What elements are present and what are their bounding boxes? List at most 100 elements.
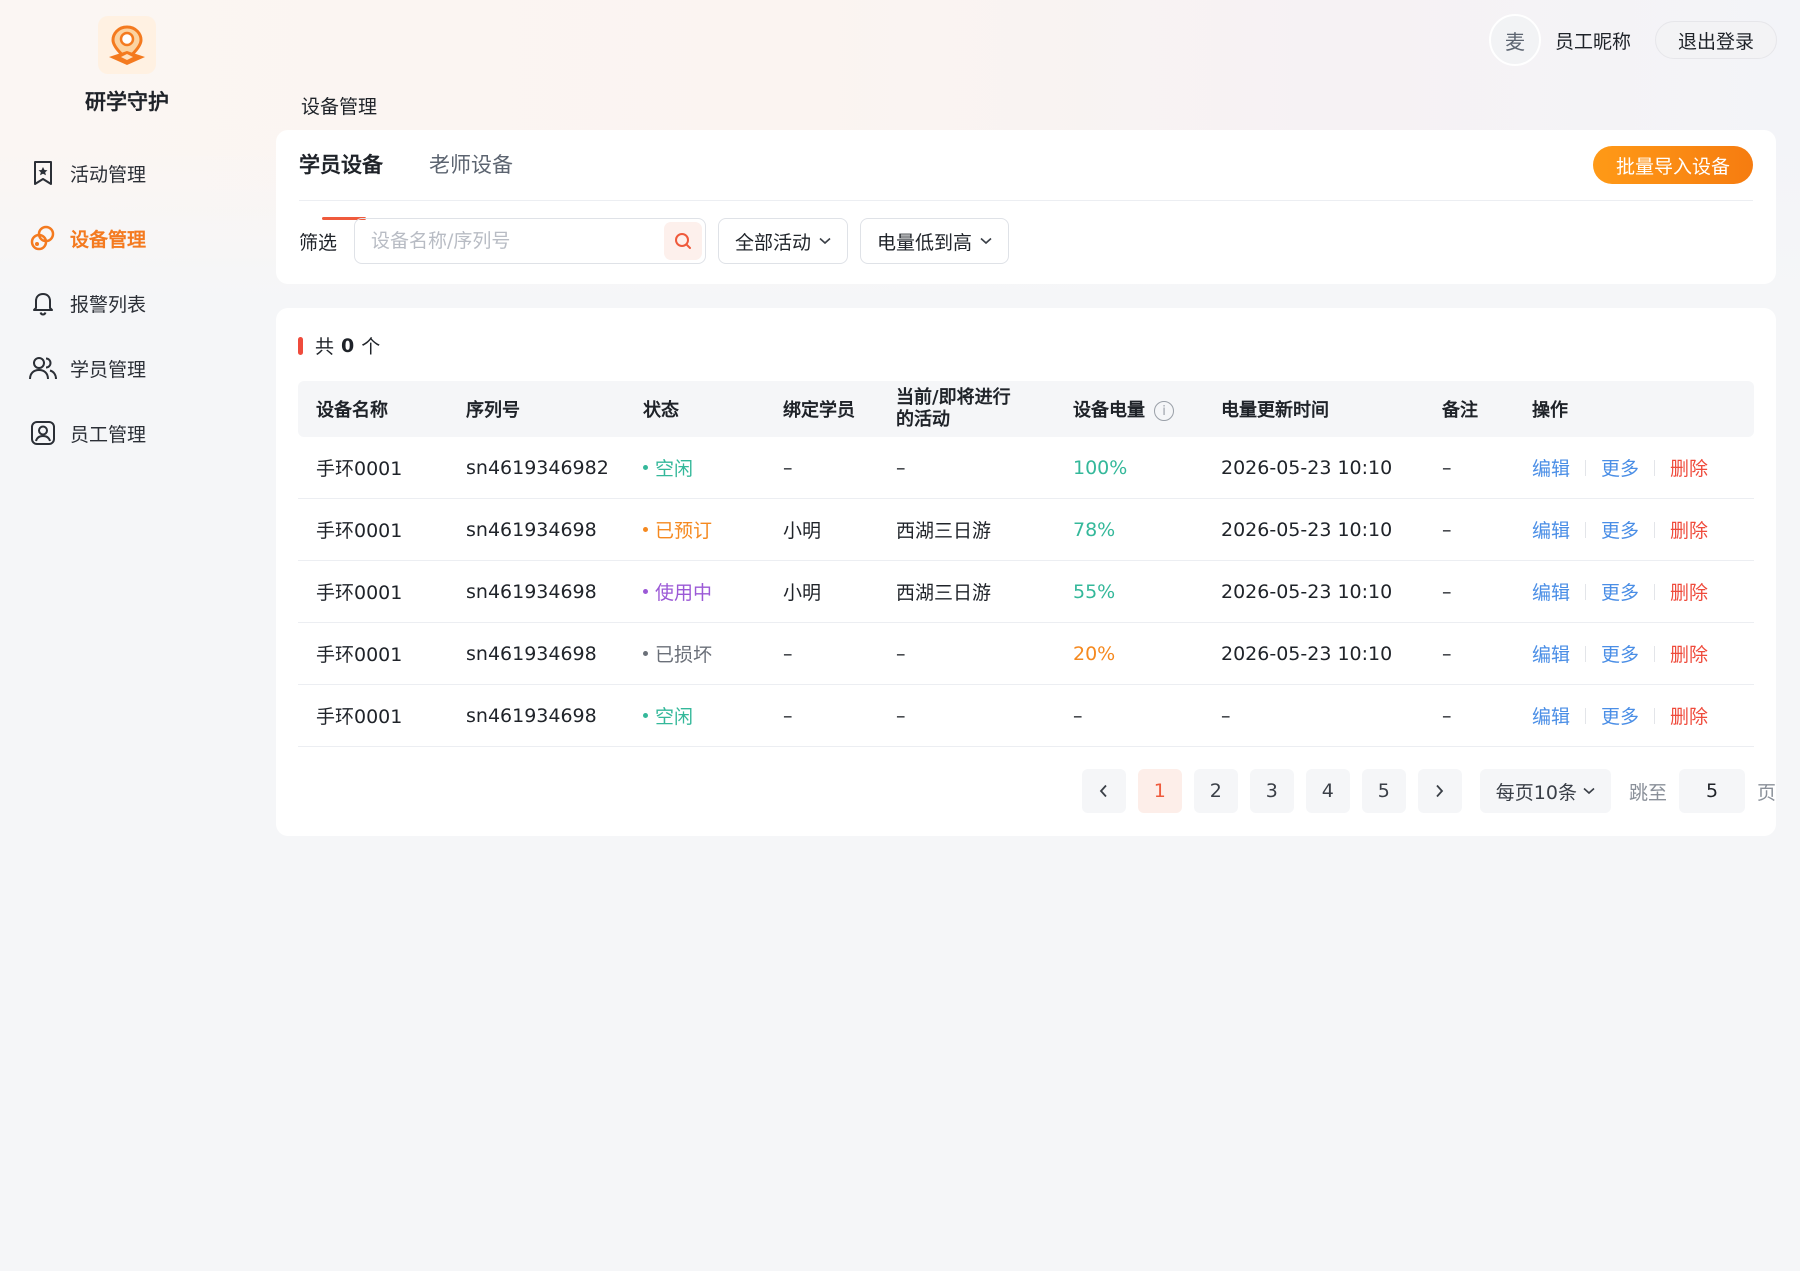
- status-dot: [643, 527, 648, 532]
- page-button[interactable]: 5: [1361, 769, 1406, 813]
- note-cell: –: [1442, 580, 1452, 603]
- more-link[interactable]: 更多: [1601, 640, 1639, 667]
- logo-icon: [109, 25, 145, 65]
- count-suffix: 个: [361, 336, 381, 358]
- divider: [1654, 521, 1656, 538]
- sort-select-value: 电量低到高: [877, 231, 973, 254]
- column-header-label: 当前/即将进行的活动: [896, 387, 1011, 430]
- chevron-left-icon: [1100, 784, 1107, 798]
- ops-cell: 编辑 更多 删除: [1532, 516, 1754, 543]
- edit-link[interactable]: 编辑: [1532, 640, 1570, 667]
- page-button[interactable]: 3: [1249, 769, 1294, 813]
- edit-link[interactable]: 编辑: [1532, 578, 1570, 605]
- avatar[interactable]: 麦: [1488, 14, 1541, 66]
- page-size-select[interactable]: 每页10条: [1479, 769, 1611, 813]
- divider: [1654, 459, 1656, 476]
- search-input[interactable]: [371, 230, 665, 252]
- chevron-down-icon: [1583, 787, 1595, 795]
- sidebar-item-label: 设备管理: [70, 228, 147, 251]
- delete-link[interactable]: 删除: [1670, 516, 1708, 543]
- more-link[interactable]: 更多: [1601, 702, 1639, 729]
- edit-link[interactable]: 编辑: [1532, 516, 1570, 543]
- status-dot: [643, 713, 648, 718]
- edit-link[interactable]: 编辑: [1532, 702, 1570, 729]
- activity-select[interactable]: 全部活动: [718, 218, 849, 264]
- delete-link[interactable]: 删除: [1670, 454, 1708, 481]
- info-icon[interactable]: i: [1154, 401, 1174, 421]
- device-count: 共 0 个: [298, 332, 380, 359]
- table-row: 手环0001 sn461934698 已损坏 – – 20% 2026-05-23 10:1…: [298, 623, 1754, 685]
- delete-link[interactable]: 删除: [1670, 640, 1708, 667]
- page-button[interactable]: 4: [1305, 769, 1350, 813]
- filter-label: 筛选: [299, 231, 338, 254]
- sort-select[interactable]: 电量低到高: [860, 218, 1010, 264]
- device-name-cell: 手环0001: [316, 644, 403, 666]
- tab-student-devices[interactable]: 学员设备: [299, 150, 383, 220]
- sidebar-item-label: 报警列表: [70, 293, 147, 316]
- bookmark-star-icon: [28, 158, 58, 188]
- more-link[interactable]: 更多: [1601, 516, 1639, 543]
- status-badge: 空闲: [655, 706, 694, 728]
- page-button[interactable]: 2: [1193, 769, 1238, 813]
- prev-page-button[interactable]: [1081, 769, 1126, 813]
- divider: [1585, 583, 1587, 600]
- column-header: 序列号: [466, 400, 520, 421]
- delete-link[interactable]: 删除: [1670, 702, 1708, 729]
- sidebar-item-label: 活动管理: [70, 163, 147, 186]
- divider: [1585, 521, 1587, 538]
- logout-button[interactable]: 退出登录: [1654, 21, 1777, 59]
- table-row: 手环0001 sn461934698 使用中 小明 西湖三日游 55% 2026-05-23…: [298, 561, 1754, 623]
- next-page-button[interactable]: [1417, 769, 1462, 813]
- more-link[interactable]: 更多: [1601, 578, 1639, 605]
- sidebar-item-label: 员工管理: [70, 423, 147, 446]
- sidebar-item-staff[interactable]: 员工管理: [28, 415, 146, 451]
- batch-import-button[interactable]: 批量导入设备: [1592, 146, 1753, 184]
- user-area: 麦 员工昵称 退出登录: [1488, 14, 1777, 66]
- column-header: 设备名称: [316, 400, 388, 421]
- tab-teacher-devices[interactable]: 老师设备: [429, 150, 513, 200]
- sidebar: 研学守护 活动管理 设备管理 报警列表 学员管理 员工管理: [0, 0, 256, 1271]
- search-icon: [675, 233, 692, 249]
- serial-cell: sn461934698: [466, 580, 597, 603]
- search-button[interactable]: [664, 222, 703, 260]
- battery-cell: –: [1073, 704, 1083, 727]
- app-name: 研学守护: [85, 90, 169, 114]
- sidebar-item-students[interactable]: 学员管理: [28, 350, 146, 386]
- student-cell: 小明: [783, 582, 822, 604]
- status-dot: [643, 465, 648, 470]
- bell-icon: [28, 288, 58, 318]
- page-button[interactable]: 1: [1137, 769, 1182, 813]
- updated-time-cell: 2026-05-23 10:10: [1221, 642, 1393, 665]
- table-header: 设备名称 序列号 状态 绑定学员 当前/即将进行的活动 设备电量 i 电量更新时间…: [298, 381, 1754, 437]
- note-cell: –: [1442, 704, 1452, 727]
- sidebar-item-alarms[interactable]: 报警列表: [28, 285, 146, 321]
- edit-link[interactable]: 编辑: [1532, 454, 1570, 481]
- student-cell: –: [783, 642, 793, 665]
- jump-label: 跳至: [1628, 781, 1667, 804]
- jump-page-input[interactable]: [1678, 769, 1745, 813]
- student-cell: –: [783, 456, 793, 479]
- ops-cell: 编辑 更多 删除: [1532, 454, 1754, 481]
- delete-link[interactable]: 删除: [1670, 578, 1708, 605]
- status-cell: 空闲: [643, 702, 783, 729]
- table-row: 手环0001 sn461934698 已预订 小明 西湖三日游 78% 2026-05-23…: [298, 499, 1754, 561]
- sidebar-item-devices[interactable]: 设备管理: [28, 220, 146, 256]
- sidebar-item-activities[interactable]: 活动管理: [28, 155, 146, 191]
- updated-time-cell: –: [1221, 704, 1231, 727]
- app-logo: [98, 16, 156, 74]
- battery-cell: 100%: [1073, 456, 1128, 479]
- device-tabs: 学员设备 老师设备: [299, 150, 559, 220]
- activity-cell: –: [896, 456, 906, 479]
- more-link[interactable]: 更多: [1601, 454, 1639, 481]
- student-cell: –: [783, 704, 793, 727]
- divider: [299, 200, 1753, 201]
- status-badge: 已预订: [655, 520, 713, 542]
- note-cell: –: [1442, 456, 1452, 479]
- count-value: 0: [341, 334, 355, 357]
- divider: [1654, 645, 1656, 662]
- page-size-value: 每页10条: [1495, 781, 1577, 804]
- updated-time-cell: 2026-05-23 10:10: [1221, 518, 1393, 541]
- device-table: 设备名称 序列号 状态 绑定学员 当前/即将进行的活动 设备电量 i 电量更新时间…: [298, 381, 1754, 747]
- serial-cell: sn4619346982: [466, 456, 609, 479]
- device-table-card: 共 0 个 设备名称 序列号 状态 绑定学员 当前/即将进行的活动 设备电量 i …: [276, 308, 1776, 836]
